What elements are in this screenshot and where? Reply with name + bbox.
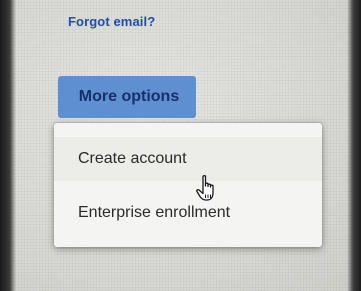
more-options-menu: Create account Enterprise enrollment — [54, 123, 322, 247]
hand-pointer-icon — [196, 175, 214, 201]
forgot-email-link[interactable]: Forgot email? — [68, 14, 155, 29]
menu-item-label: Create account — [78, 150, 187, 167]
monitor-bezel-right — [347, 0, 361, 291]
menu-item-create-account[interactable]: Create account — [54, 137, 322, 181]
more-options-button[interactable]: More options — [58, 76, 196, 118]
menu-item-enterprise-enrollment[interactable]: Enterprise enrollment — [54, 191, 322, 235]
monitor-bezel-left — [0, 0, 16, 291]
menu-item-label: Enterprise enrollment — [78, 204, 231, 221]
more-options-label: More options — [78, 88, 180, 105]
